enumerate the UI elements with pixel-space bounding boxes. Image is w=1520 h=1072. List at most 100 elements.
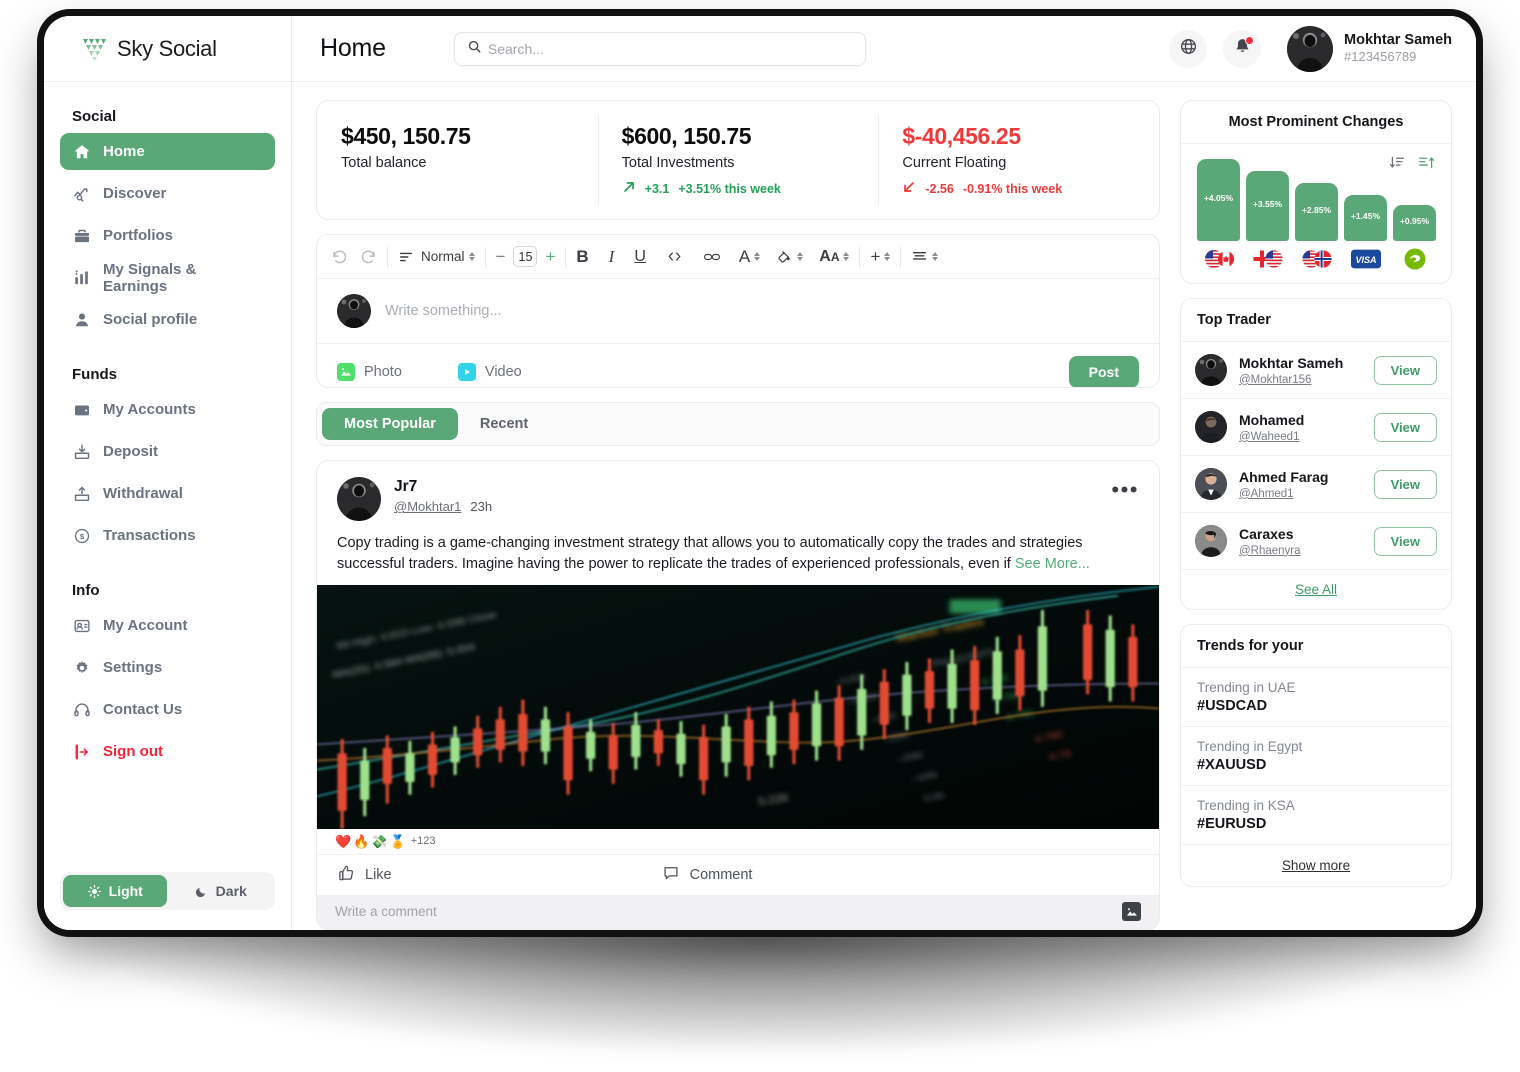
post-composer: Normal − 15 + B I U A A A + Write someth… (316, 234, 1160, 388)
add-photo-button[interactable]: Photo (337, 362, 402, 381)
video-icon (457, 362, 476, 381)
sidebar-item-deposit[interactable]: Deposit (60, 433, 275, 470)
avatar (1195, 525, 1227, 557)
sidebar-item-contact-us[interactable]: Contact Us (60, 691, 275, 728)
sort-descending-icon[interactable] (1389, 154, 1406, 171)
app-window: Sky Social Social Home Discover Portfoli… (44, 16, 1476, 930)
tab-recent[interactable]: Recent (458, 408, 550, 440)
gear-icon (72, 658, 91, 677)
sidebar-item-home[interactable]: Home (60, 133, 275, 170)
paragraph-style-label[interactable]: Normal (421, 249, 465, 264)
chevron-updown-icon[interactable] (932, 252, 939, 261)
font-size-value[interactable]: 15 (513, 246, 538, 267)
sidebar-item-social-profile[interactable]: Social profile (60, 301, 275, 338)
comment-button[interactable]: Comment (662, 864, 752, 886)
language-button[interactable] (1169, 29, 1208, 68)
sidebar-item-discover[interactable]: Discover (60, 175, 275, 212)
sidebar-item-label: Withdrawal (103, 485, 183, 502)
underline-button[interactable]: U (634, 248, 646, 266)
sidebar-item-my-accounts[interactable]: My Accounts (60, 391, 275, 428)
chevron-updown-icon[interactable] (843, 252, 850, 261)
view-trader-button[interactable]: View (1373, 355, 1437, 385)
attach-image-icon[interactable] (1122, 902, 1141, 922)
sidebar-item-settings[interactable]: Settings (60, 649, 275, 686)
align-icon[interactable] (911, 248, 928, 265)
view-trader-button[interactable]: View (1373, 412, 1437, 442)
sidebar-item-my-account[interactable]: My Account (60, 607, 275, 644)
see-more-link[interactable]: See More... (1015, 556, 1090, 572)
trend-item[interactable]: Trending in Egypt #XAUUSD (1181, 727, 1451, 786)
like-button[interactable]: Like (317, 864, 392, 886)
sidebar-item-withdrawal[interactable]: Withdrawal (60, 475, 275, 512)
visa-card-icon: VISA (1350, 248, 1381, 269)
view-trader-button[interactable]: View (1373, 526, 1437, 556)
sidebar-item-portfolios[interactable]: Portfolios (60, 217, 275, 254)
flag-gb-us-icon (1252, 248, 1283, 269)
avatar[interactable] (337, 476, 381, 521)
comment-input[interactable] (335, 904, 1112, 920)
post-more-button[interactable]: ••• (1111, 477, 1139, 500)
paragraph-style-icon[interactable] (398, 249, 414, 265)
redo-icon[interactable] (360, 248, 377, 265)
stats-card: $450, 150.75 Total balance $600, 150.75 … (316, 100, 1160, 220)
composer-input[interactable] (385, 303, 1139, 319)
post-button[interactable]: Post (1068, 355, 1139, 387)
sidebar-item-sign-out[interactable]: Sign out (60, 733, 275, 770)
link-icon[interactable] (703, 248, 721, 266)
chevron-updown-icon[interactable] (884, 252, 891, 261)
code-icon[interactable] (666, 248, 683, 265)
trend-item[interactable]: Trending in KSA #EURUSD (1181, 786, 1451, 845)
increase-font-button[interactable]: + (545, 248, 555, 265)
bar-label: +2.85% (1301, 205, 1332, 215)
sort-ascending-icon[interactable] (1418, 154, 1435, 171)
font-case-button[interactable]: AA (819, 248, 839, 266)
sidebar-item-label: Contact Us (103, 701, 183, 718)
post-image[interactable]: 69 High: 4.810 Low: 4.598 Close MA(25): … (317, 585, 1159, 829)
decrease-font-button[interactable]: − (496, 248, 506, 265)
avatar (1195, 468, 1227, 500)
sidebar-item-transactions[interactable]: $ Transactions (60, 517, 275, 554)
photo-icon (337, 362, 355, 381)
flag-us-no-icon (1301, 248, 1332, 269)
sidebar-item-label: Portfolios (103, 227, 173, 244)
post-handle[interactable]: @Mokhtar1 (394, 499, 461, 514)
bar-column: +4.05% (1197, 159, 1240, 269)
add-video-label: Video (484, 363, 522, 380)
bold-button[interactable]: B (576, 247, 588, 267)
user-menu[interactable]: Mokhtar Sameh #123456789 (1287, 25, 1452, 72)
undo-icon[interactable] (331, 248, 348, 265)
show-more-trends-link[interactable]: Show more (1181, 845, 1451, 886)
chevron-updown-icon[interactable] (754, 252, 761, 261)
trader-handle[interactable]: @Ahmed1 (1239, 488, 1362, 500)
chevron-updown-icon[interactable] (797, 252, 804, 261)
page-title: Home (320, 34, 386, 62)
fill-color-icon[interactable] (776, 248, 793, 265)
text-color-button[interactable]: A (739, 247, 750, 267)
sidebar-item-label: My Account (103, 617, 188, 634)
bar-label: +0.95% (1399, 216, 1430, 226)
add-video-button[interactable]: Video (457, 362, 522, 381)
post-reactions[interactable]: ❤️ 🔥 💸 🏅 +123 (317, 829, 1159, 854)
trader-handle[interactable]: @Rhaenyra (1239, 545, 1362, 557)
search-input[interactable] (487, 40, 853, 57)
add-photo-label: Photo (364, 363, 402, 380)
notifications-button[interactable] (1223, 29, 1262, 68)
theme-dark-button[interactable]: Dark (169, 875, 273, 907)
trader-handle[interactable]: @Mokhtar156 (1239, 374, 1362, 386)
trader-handle[interactable]: @Waheed1 (1239, 431, 1362, 443)
see-all-traders-link[interactable]: See All (1181, 569, 1451, 609)
chevron-updown-icon[interactable] (468, 252, 475, 261)
trend-item[interactable]: Trending in UAE #USDCAD (1181, 668, 1451, 727)
italic-button[interactable]: I (609, 247, 615, 267)
brand-name: Sky Social (117, 35, 217, 61)
theme-light-button[interactable]: Light (63, 875, 167, 907)
tab-most-popular[interactable]: Most Popular (322, 407, 458, 440)
reaction-heart-icon: ❤️ (335, 833, 352, 849)
insert-button[interactable]: + (870, 247, 880, 267)
reaction-money-icon: 💸 (371, 833, 388, 849)
svg-text:VISA: VISA (1355, 255, 1376, 265)
search-box[interactable] (453, 31, 866, 66)
theme-toggle-wrapper: Light Dark (44, 872, 291, 930)
sidebar-item-my-signals-earnings[interactable]: My Signals & Earnings (60, 259, 275, 296)
view-trader-button[interactable]: View (1373, 469, 1437, 499)
